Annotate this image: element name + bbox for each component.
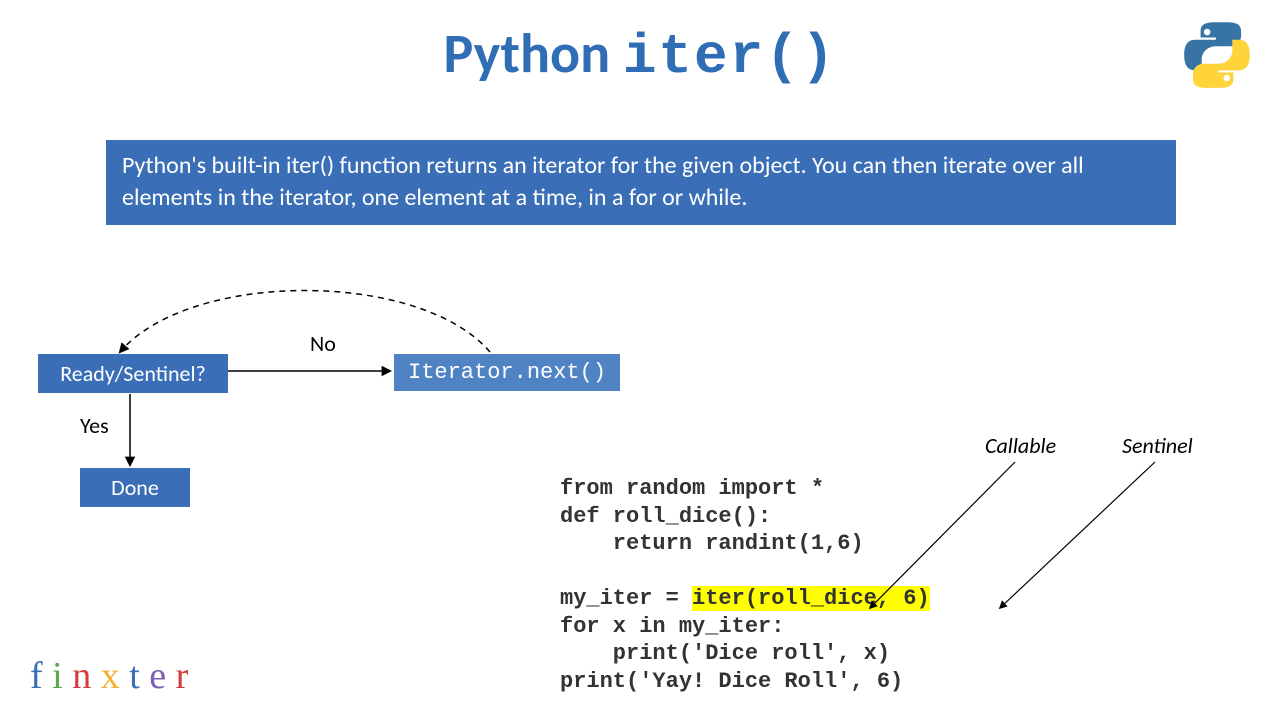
annotation-sentinel: Sentinel [1122,432,1193,459]
title-iter: iter() [623,25,837,89]
python-logo-icon [1182,20,1252,90]
brand-letter-i: i [52,655,63,697]
description-box: Python's built-in iter() function return… [106,140,1176,225]
finxter-brand: f i n x t e r [30,654,188,698]
flow-decision-box: Ready/Sentinel? [38,354,228,393]
title-python: Python [444,20,611,88]
brand-letter-n: n [72,655,91,697]
code-line-3: return randint(1,6) [560,531,864,556]
brand-letter-x: x [101,655,120,697]
brand-letter-f: f [30,655,43,697]
flow-diagram: Ready/Sentinel? Iterator.next() Done No … [20,250,720,510]
brand-letter-e: e [149,655,166,697]
code-line-2: def roll_dice(): [560,504,771,529]
code-highlight-iter-call: iter(roll_dice, 6) [692,586,930,611]
flow-no-label: No [310,330,336,357]
code-line-7: print('Dice roll', x) [560,641,890,666]
flow-done-box: Done [80,468,190,507]
brand-letter-t: t [129,655,140,697]
code-line-5a: my_iter = [560,586,692,611]
flow-yes-label: Yes [80,412,109,439]
page-title: Python iter() [0,20,1280,89]
code-example: from random import * def roll_dice(): re… [560,475,930,695]
code-line-1: from random import * [560,476,824,501]
code-line-6: for x in my_iter: [560,614,784,639]
flow-iterator-next-box: Iterator.next() [394,354,620,391]
code-line-8: print('Yay! Dice Roll', 6) [560,669,903,694]
brand-letter-r: r [176,655,189,697]
annotation-callable: Callable [985,432,1056,459]
